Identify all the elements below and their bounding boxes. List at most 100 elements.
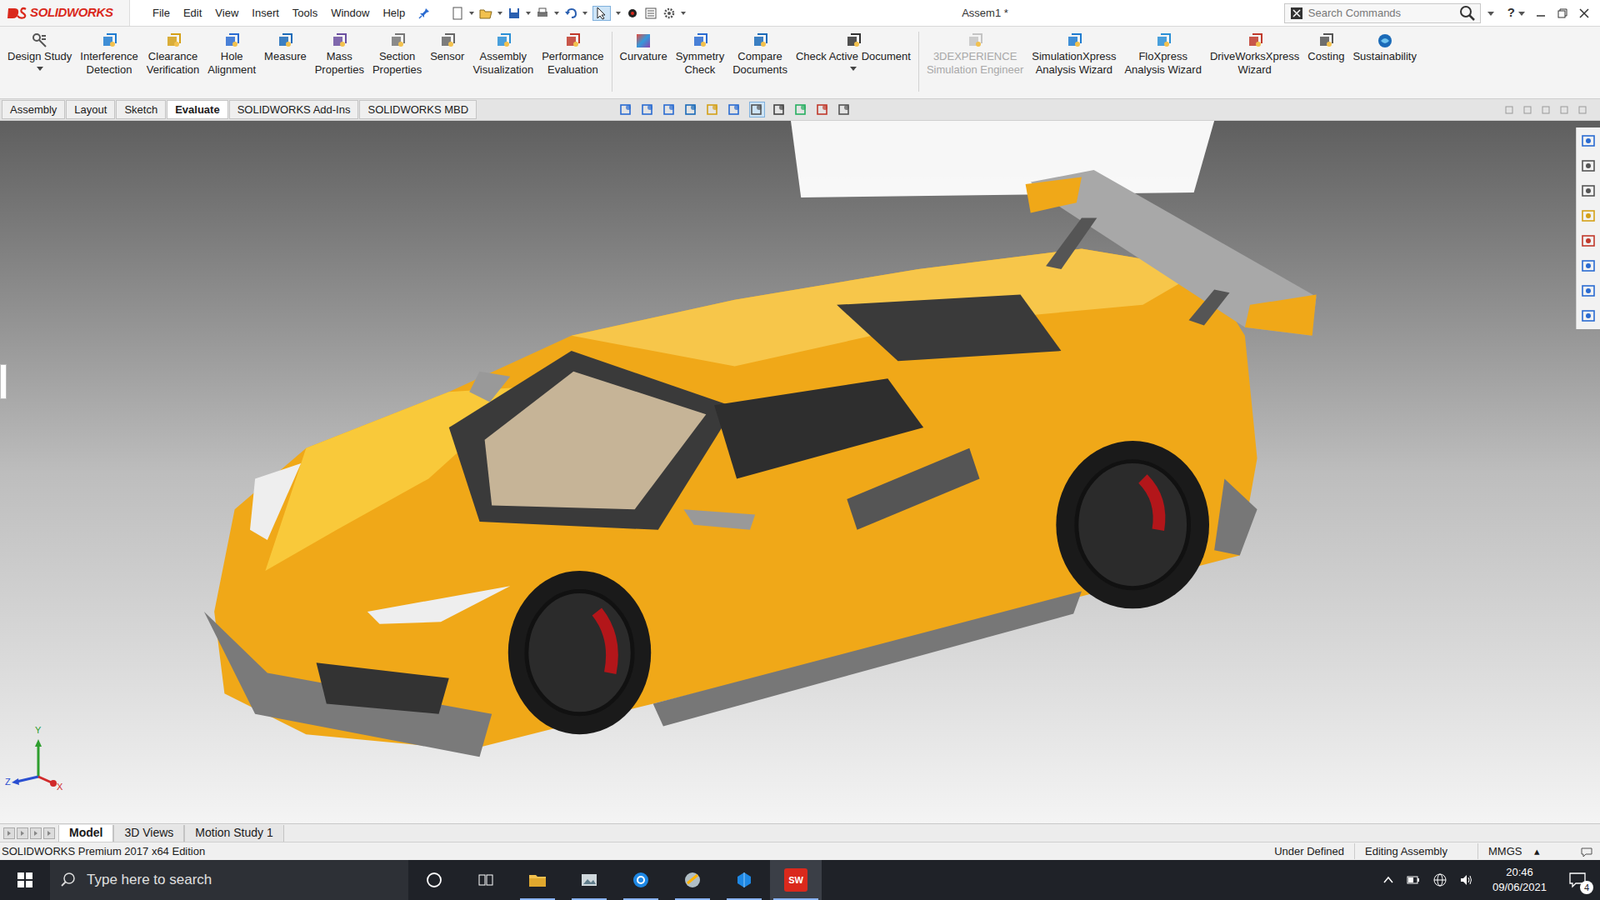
menu-item[interactable]: View xyxy=(209,5,245,22)
first-icon[interactable] xyxy=(3,827,15,840)
mass-properties-icon[interactable] xyxy=(330,31,348,50)
measure-icon[interactable] xyxy=(276,31,294,50)
model-tab[interactable]: 3D Views xyxy=(113,825,185,842)
home-icon[interactable] xyxy=(1580,130,1597,151)
tile-icon[interactable] xyxy=(1505,105,1514,115)
menu-item[interactable]: Tools xyxy=(286,5,324,22)
view-settings-icon[interactable] xyxy=(837,102,852,117)
ribbon-button[interactable]: Sustainability xyxy=(1348,31,1421,64)
model-tab[interactable]: Motion Study 1 xyxy=(184,825,284,842)
menu-item[interactable]: File xyxy=(146,5,176,22)
taskbar-search-input[interactable] xyxy=(86,869,399,891)
driveworksxpress-icon[interactable] xyxy=(1246,31,1264,50)
battery-icon[interactable] xyxy=(1405,872,1421,888)
photos-button[interactable] xyxy=(563,860,615,900)
ribbon-button[interactable]: CompareDocuments xyxy=(728,31,792,77)
next-icon[interactable] xyxy=(30,827,42,840)
interference-detection-icon[interactable] xyxy=(100,31,118,50)
magnifier-icon[interactable] xyxy=(1455,4,1480,23)
volume-icon[interactable] xyxy=(1459,872,1475,888)
task-view-button[interactable] xyxy=(460,860,512,900)
status-units[interactable]: MMGS xyxy=(1477,843,1528,860)
menu-item[interactable]: Edit xyxy=(177,5,208,22)
previous-icon[interactable] xyxy=(16,827,29,840)
ribbon-button[interactable]: Curvature xyxy=(615,31,672,64)
ribbon-button[interactable]: SymmetryCheck xyxy=(671,31,730,77)
network-icon[interactable] xyxy=(1432,872,1448,888)
search-box[interactable] xyxy=(1284,3,1481,24)
restore-icon[interactable] xyxy=(1560,105,1569,115)
ribbon-button[interactable]: Design Study xyxy=(3,31,76,72)
dynamic-annotation-icon[interactable] xyxy=(705,102,720,117)
show-hidden-icons-icon[interactable] xyxy=(1382,874,1395,886)
curvature-icon[interactable] xyxy=(635,31,652,50)
design-study-icon[interactable] xyxy=(31,31,49,50)
feature-manager-handle[interactable] xyxy=(0,364,7,400)
windows-start-icon[interactable] xyxy=(0,860,50,900)
symmetry-check-icon[interactable] xyxy=(691,31,709,50)
previous-view-icon[interactable] xyxy=(662,102,677,117)
section-properties-icon[interactable] xyxy=(389,31,406,50)
appearances-icon[interactable] xyxy=(1580,230,1597,251)
help-button[interactable]: ? xyxy=(1504,3,1519,23)
command-tab[interactable]: Assembly xyxy=(1,100,65,120)
solidworks-resources-icon[interactable] xyxy=(1580,280,1597,301)
close-icon[interactable] xyxy=(1578,7,1590,20)
ribbon-button[interactable]: InterferenceDetection xyxy=(75,31,142,77)
sensor-icon[interactable] xyxy=(439,31,456,50)
minimize-icon[interactable] xyxy=(1535,7,1547,20)
ribbon-button[interactable]: Check Active Document xyxy=(791,31,915,72)
assembly-visualization-icon[interactable] xyxy=(495,31,512,50)
dropdown-arrow-icon[interactable] xyxy=(615,10,621,16)
open-folder-icon[interactable] xyxy=(479,6,493,20)
last-icon[interactable] xyxy=(43,827,55,840)
dropdown-arrow-icon[interactable] xyxy=(582,10,588,16)
view-palette-icon[interactable] xyxy=(1580,205,1597,226)
zoom-to-fit-icon[interactable] xyxy=(619,102,634,117)
performance-evaluation-icon[interactable] xyxy=(564,31,581,50)
minimize-icon[interactable] xyxy=(1541,105,1550,115)
costing-icon[interactable] xyxy=(1317,31,1335,50)
view-orientation-icon[interactable] xyxy=(727,102,742,117)
options-icon[interactable] xyxy=(662,6,676,20)
cortana-button[interactable] xyxy=(408,860,460,900)
ribbon-button[interactable]: AssemblyVisualization xyxy=(468,31,538,77)
custom-properties-icon[interactable] xyxy=(1580,255,1597,276)
select-icon[interactable] xyxy=(592,5,611,21)
command-tab[interactable]: Evaluate xyxy=(166,100,228,120)
search-input[interactable] xyxy=(1308,5,1455,22)
dropdown-arrow-icon[interactable] xyxy=(525,10,531,16)
clearance-verification-icon[interactable] xyxy=(165,31,182,50)
dropdown-arrow-icon[interactable] xyxy=(497,10,503,16)
close-icon[interactable] xyxy=(1578,105,1587,115)
dropdown-arrow-icon[interactable] xyxy=(469,10,475,16)
menu-item[interactable]: Insert xyxy=(245,5,285,22)
edit-appearance-icon[interactable] xyxy=(794,102,809,117)
model-tab[interactable]: Model xyxy=(58,825,114,842)
paint-button[interactable] xyxy=(666,860,719,900)
ribbon-button[interactable]: Costing xyxy=(1303,31,1349,64)
section-view-icon[interactable] xyxy=(684,102,699,117)
dropdown-arrow-icon[interactable] xyxy=(850,65,857,72)
dropdown-arrow-icon[interactable] xyxy=(680,10,686,16)
command-tab[interactable]: SOLIDWORKS MBD xyxy=(359,100,477,120)
check-active-document-icon[interactable] xyxy=(845,31,862,50)
ribbon-button[interactable]: Sensor xyxy=(425,31,469,64)
floxpress-icon[interactable] xyxy=(1155,31,1172,50)
taskbar-search[interactable] xyxy=(50,860,409,900)
design-library-icon[interactable] xyxy=(1580,155,1597,176)
hole-alignment-icon[interactable] xyxy=(223,31,240,50)
rebuild-icon[interactable] xyxy=(625,6,640,20)
tooltip-icon[interactable] xyxy=(1580,845,1594,859)
ribbon-button[interactable]: SectionProperties xyxy=(368,31,426,77)
pin-icon[interactable] xyxy=(417,6,431,20)
clock[interactable]: 20:4609/06/2021 xyxy=(1485,865,1554,895)
file-explorer-icon[interactable] xyxy=(1580,180,1597,201)
zoom-to-area-icon[interactable] xyxy=(640,102,655,117)
compare-documents-icon[interactable] xyxy=(751,31,769,50)
ribbon-button[interactable]: ClearanceVerification xyxy=(142,31,205,77)
new-document-icon[interactable] xyxy=(450,6,465,20)
file-explorer-button[interactable] xyxy=(511,860,564,900)
ribbon-button[interactable]: Measure xyxy=(260,31,311,64)
dropdown-arrow-icon[interactable] xyxy=(554,10,560,16)
